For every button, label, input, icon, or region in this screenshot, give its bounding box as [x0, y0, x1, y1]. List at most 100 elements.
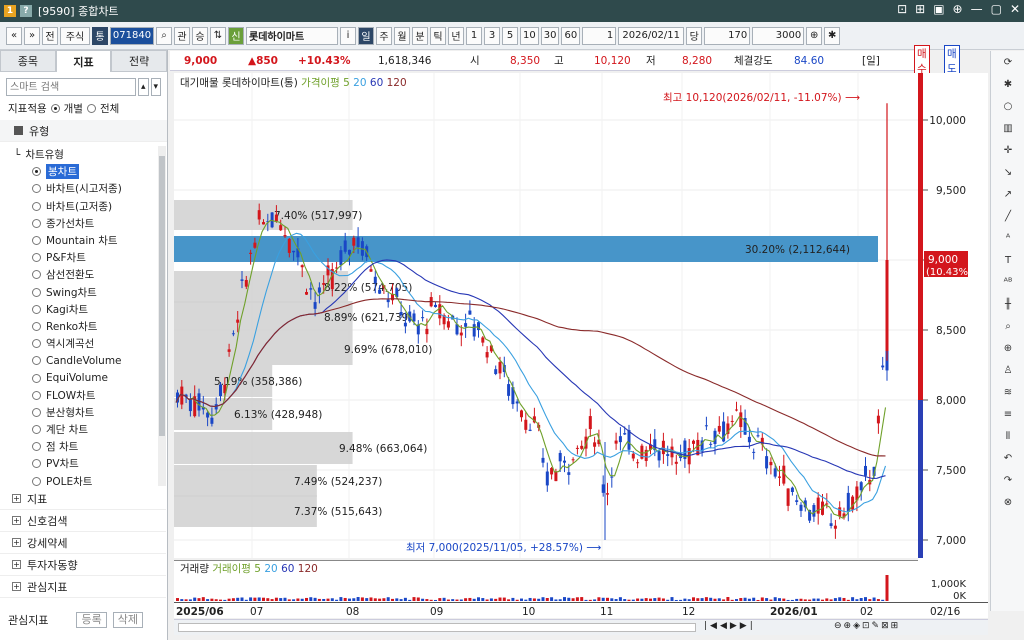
playback-controls[interactable]: |◀◀▶▶|	[704, 621, 756, 631]
chart-type-item[interactable]: P&F차트	[0, 249, 158, 266]
date-input[interactable]: 2026/02/11	[618, 26, 685, 45]
zoom-controls[interactable]: ⊖⊕◈⊡✎⊠⊞	[834, 621, 900, 631]
expand-icon[interactable]: +	[12, 538, 21, 547]
rank-button[interactable]: 승	[192, 26, 208, 45]
tab-indicator[interactable]: 지표	[55, 50, 112, 72]
radio-icon[interactable]	[32, 304, 41, 314]
radio-icon[interactable]	[32, 184, 41, 194]
period-tick[interactable]: 틱	[430, 26, 446, 45]
chart-type-item[interactable]: 봉차트	[0, 163, 158, 180]
interval-3[interactable]: 3	[484, 26, 500, 45]
radio-icon[interactable]	[32, 373, 41, 383]
radio-icon[interactable]	[32, 236, 41, 246]
window-control-icon[interactable]: ⊡	[897, 2, 907, 16]
chart-type-item[interactable]: Mountain 차트	[0, 232, 158, 249]
maximize-icon[interactable]: ▢	[991, 2, 1002, 16]
minimize-icon[interactable]: —	[971, 2, 983, 16]
radio-icon[interactable]	[32, 201, 41, 211]
all-button[interactable]: 전	[42, 26, 58, 45]
window-control-icon[interactable]: ⊕	[953, 2, 963, 16]
buy-button[interactable]: 매수	[914, 44, 930, 77]
stock-code-input[interactable]: 071840	[110, 26, 154, 45]
section-2[interactable]: + 강세약세	[0, 532, 166, 554]
chart-type-item[interactable]: 종가선차트	[0, 215, 158, 232]
interval-1[interactable]: 1	[466, 26, 482, 45]
radio-icon[interactable]	[32, 167, 41, 177]
window-control-icon[interactable]: ⊞	[915, 2, 925, 16]
auto-icon[interactable]: ᴬ	[997, 229, 1019, 249]
section-1[interactable]: + 신호검색	[0, 510, 166, 532]
redo-icon[interactable]: ↷	[997, 471, 1019, 491]
chart-type-item[interactable]: 역시계곡선	[0, 335, 158, 352]
chart-type-item[interactable]: 바차트(시고저종)	[0, 180, 158, 197]
interval-10[interactable]: 10	[520, 26, 539, 45]
radio-icon[interactable]	[32, 339, 41, 349]
gear-icon[interactable]: ✱	[997, 75, 1019, 95]
ab-icon[interactable]: ᴬᴮ	[997, 273, 1019, 293]
period-month[interactable]: 월	[394, 26, 410, 45]
fan-icon[interactable]: ≡	[997, 405, 1019, 425]
chart-type-item[interactable]: Swing차트	[0, 284, 158, 301]
grid-icon[interactable]: ⦀	[997, 427, 1019, 447]
interval-5[interactable]: 5	[502, 26, 518, 45]
period-year[interactable]: 년	[448, 26, 464, 45]
radio-icon[interactable]	[32, 476, 41, 486]
refresh-icon[interactable]: ⟳	[997, 53, 1019, 73]
undo-icon[interactable]: ↶	[997, 449, 1019, 469]
expand-icon[interactable]: +	[12, 582, 21, 591]
trend-icon[interactable]: ↗	[997, 185, 1019, 205]
radio-individual[interactable]	[50, 103, 60, 113]
radio-icon[interactable]	[32, 356, 41, 366]
chart-type-item[interactable]: CandleVolume	[0, 352, 158, 369]
interval-60[interactable]: 60	[561, 26, 581, 45]
search-next-icon[interactable]: ▾	[150, 78, 161, 96]
bar-icon[interactable]: ▥	[997, 119, 1019, 139]
radio-icon[interactable]	[32, 407, 41, 417]
chart-type-item[interactable]: 점 차트	[0, 438, 158, 455]
scroll-thumb[interactable]	[159, 156, 165, 436]
chart-type-item[interactable]: PV차트	[0, 455, 158, 472]
chart-type-header[interactable]: └ 차트유형	[0, 146, 158, 163]
count-input[interactable]: 1	[582, 26, 617, 45]
info-button[interactable]: i	[340, 26, 356, 45]
tab-stock[interactable]: 종목	[0, 50, 56, 72]
related-button[interactable]: 관	[174, 26, 190, 45]
radio-icon[interactable]	[32, 425, 41, 435]
chart-type-item[interactable]: Renko차트	[0, 318, 158, 335]
chart-type-item[interactable]: 분산형차트	[0, 404, 158, 421]
close-icon[interactable]: ✕	[1010, 2, 1020, 16]
current-button[interactable]: 당	[686, 26, 703, 45]
section-3[interactable]: + 투자자동향	[0, 554, 166, 576]
chart-type-item[interactable]: FLOW차트	[0, 387, 158, 404]
expand-icon[interactable]: +	[12, 494, 21, 503]
radio-icon[interactable]	[32, 270, 41, 280]
register-button[interactable]: 등록	[76, 612, 107, 628]
interval-30[interactable]: 30	[540, 26, 560, 45]
search-prev-icon[interactable]: ▴	[138, 78, 149, 96]
radio-icon[interactable]	[32, 321, 41, 331]
section-4[interactable]: + 관심지표	[0, 576, 166, 598]
delete-icon[interactable]: ⊗	[997, 493, 1019, 513]
volume-chart[interactable]: 거래량 거래이평 5 20 60 120	[174, 560, 918, 602]
total-input[interactable]: 3000	[752, 26, 805, 45]
arrow-icon[interactable]: ↘	[997, 163, 1019, 183]
gear-icon[interactable]: ✱	[824, 26, 841, 45]
line-icon[interactable]: ╱	[997, 207, 1019, 227]
section-type[interactable]: 유형	[0, 120, 167, 142]
help-icon[interactable]: ?	[20, 5, 32, 17]
people-icon[interactable]: ♙	[997, 361, 1019, 381]
search-input[interactable]	[6, 78, 136, 96]
radio-icon[interactable]	[32, 390, 41, 400]
magnify-icon[interactable]: ⌕	[997, 317, 1019, 337]
next-button[interactable]: »	[24, 26, 40, 45]
candle-icon[interactable]: ╫	[997, 295, 1019, 315]
chart-type-item[interactable]: EquiVolume	[0, 369, 158, 386]
radio-icon[interactable]	[32, 459, 41, 469]
chart-type-item[interactable]: 바차트(고저종)	[0, 198, 158, 215]
delete-button[interactable]: 삭제	[112, 612, 143, 628]
market-select[interactable]: 주식	[60, 26, 90, 45]
chart-scrollbar[interactable]: |◀◀▶▶| ⊖⊕◈⊡✎⊠⊞	[174, 619, 988, 635]
expand-icon[interactable]: +	[12, 560, 21, 569]
zoom-icon[interactable]: ⊕	[997, 339, 1019, 359]
radio-icon[interactable]	[32, 287, 41, 297]
